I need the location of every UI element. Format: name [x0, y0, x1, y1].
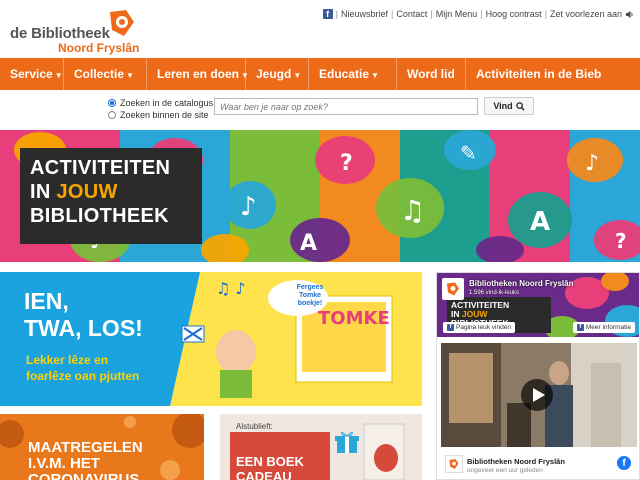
page-avatar[interactable] [442, 278, 464, 300]
page: de Bibliotheek Noord Fryslân f | Nieuwsb… [0, 0, 640, 480]
hero-title: ACTIVITEITEN IN JOUW BIBLIOTHEEK [20, 148, 202, 244]
link-nieuwsbrief[interactable]: Nieuwsbrief [341, 9, 388, 19]
nav-jeugd[interactable]: Jeugd ▼ [246, 58, 309, 90]
nav-collectie[interactable]: Collectie ▼ [64, 58, 147, 90]
play-icon[interactable] [521, 379, 553, 411]
link-voorlezen[interactable]: Zet voorlezen aan [550, 9, 622, 19]
search-icon [515, 101, 525, 111]
book-title: TOMKE [318, 308, 390, 329]
hero-banner[interactable]: ♪ ♫ ? ♪ A ✎ ? ♪ A ♫ ACTIVITEITEN IN JOUW… [0, 130, 640, 262]
nav-leren-en-doen[interactable]: Leren en doen ▼ [147, 58, 249, 90]
fb-more-info-button[interactable]: f Meer informatie [572, 322, 635, 333]
svg-text:♫: ♫ [400, 194, 425, 227]
svg-text:✎: ✎ [460, 141, 477, 165]
facebook-icon: f [447, 324, 454, 331]
tile-boek-cadeau-title: EEN BOEK CADEAU [236, 454, 304, 480]
tomke-bubble: Fergees Tomke boekje! [296, 284, 324, 307]
svg-text:♫ ♪: ♫ ♪ [216, 279, 246, 298]
post-avatar[interactable] [445, 455, 463, 473]
fb-followers: 1.596 vind-ik-leuks [469, 290, 520, 296]
svg-text:♪: ♪ [585, 151, 599, 176]
radio-checked-icon[interactable] [108, 98, 116, 107]
post-time[interactable]: ongeveer een uur geleden [467, 467, 543, 474]
bibliotheek-logo-icon [449, 459, 459, 469]
utility-links: f | Nieuwsbrief | Contact | Mijn Menu | … [322, 9, 634, 19]
bibliotheek-logo-icon [110, 10, 134, 36]
facebook-icon: f [576, 324, 584, 331]
gift-icon [335, 431, 359, 453]
post-author[interactable]: Bibliotheken Noord Fryslân [467, 457, 565, 466]
nav-word-lid[interactable]: Word lid [397, 58, 466, 90]
facebook-cover[interactable]: ACTIVITEITEN IN JOUW BIBLIOTHEEK Bibliot… [437, 273, 639, 337]
svg-text:A: A [530, 207, 550, 237]
search-scope: Zoeken in de catalogus Zoeken binnen de … [108, 97, 213, 121]
search-input[interactable] [214, 98, 478, 115]
chevron-down-icon: ▼ [54, 71, 63, 80]
tile-coronavirus-title: MAATREGELEN I.V.M. HET CORONAVIRUS [28, 439, 143, 480]
tile-boek-cadeau[interactable]: Alstublieft: EEN BOEK CADEAU [220, 414, 422, 480]
facebook-widget: ACTIVITEITEN IN JOUW BIBLIOTHEEK Bibliot… [436, 272, 640, 480]
fb-page-name[interactable]: Bibliotheken Noord Fryslân [469, 279, 573, 288]
search-scope-catalog[interactable]: Zoeken in de catalogus [108, 97, 213, 108]
speaker-icon[interactable] [625, 10, 634, 19]
svg-text:♪: ♪ [240, 192, 257, 222]
facebook-icon[interactable]: f [322, 9, 333, 19]
nav-activiteiten[interactable]: Activiteiten in de Bieb [466, 58, 640, 90]
link-hoog-contrast[interactable]: Hoog contrast [486, 9, 542, 19]
fb-video[interactable] [441, 343, 637, 447]
promo-title: IEN, TWA, LOS! [24, 288, 143, 341]
fb-like-button[interactable]: f Pagina leuk vinden [443, 322, 515, 333]
search-scope-site[interactable]: Zoeken binnen de site [108, 109, 213, 120]
search-button[interactable]: Vind [484, 97, 534, 115]
main-nav: Service ▼ Collectie ▼ Leren en doen ▼ Jeugd… [0, 58, 640, 90]
site-logo[interactable]: de Bibliotheek Noord Fryslân [10, 8, 170, 56]
link-mijn-menu[interactable]: Mijn Menu [436, 9, 478, 19]
radio-unchecked-icon[interactable] [108, 110, 116, 119]
logo-line-2: Noord Fryslân [58, 41, 140, 55]
nav-service[interactable]: Service ▼ [0, 58, 64, 90]
tile-kicker: Alstublieft: [236, 422, 273, 431]
chevron-down-icon: ▼ [293, 71, 302, 80]
tile-coronavirus[interactable]: MAATREGELEN I.V.M. HET CORONAVIRUS [0, 414, 204, 480]
promo-subtitle: Lekker lêze en foarlêze oan pjutten [26, 353, 140, 383]
promo-ien-twa-los[interactable]: IEN, TWA, LOS! Lekker lêze en foarlêze o… [0, 272, 422, 406]
link-contact[interactable]: Contact [396, 9, 427, 19]
svg-text:?: ? [615, 229, 627, 253]
chevron-down-icon: ▼ [371, 71, 379, 80]
book-stack-illustration [363, 423, 405, 480]
nav-educatie[interactable]: Educatie ▼ [309, 58, 397, 90]
svg-text:A: A [300, 231, 317, 256]
chevron-down-icon: ▼ [126, 71, 134, 80]
svg-text:?: ? [340, 151, 353, 176]
facebook-icon[interactable]: f [617, 456, 631, 470]
logo-line-1: de Bibliotheek [10, 25, 110, 42]
bibliotheek-logo-icon [447, 282, 459, 296]
